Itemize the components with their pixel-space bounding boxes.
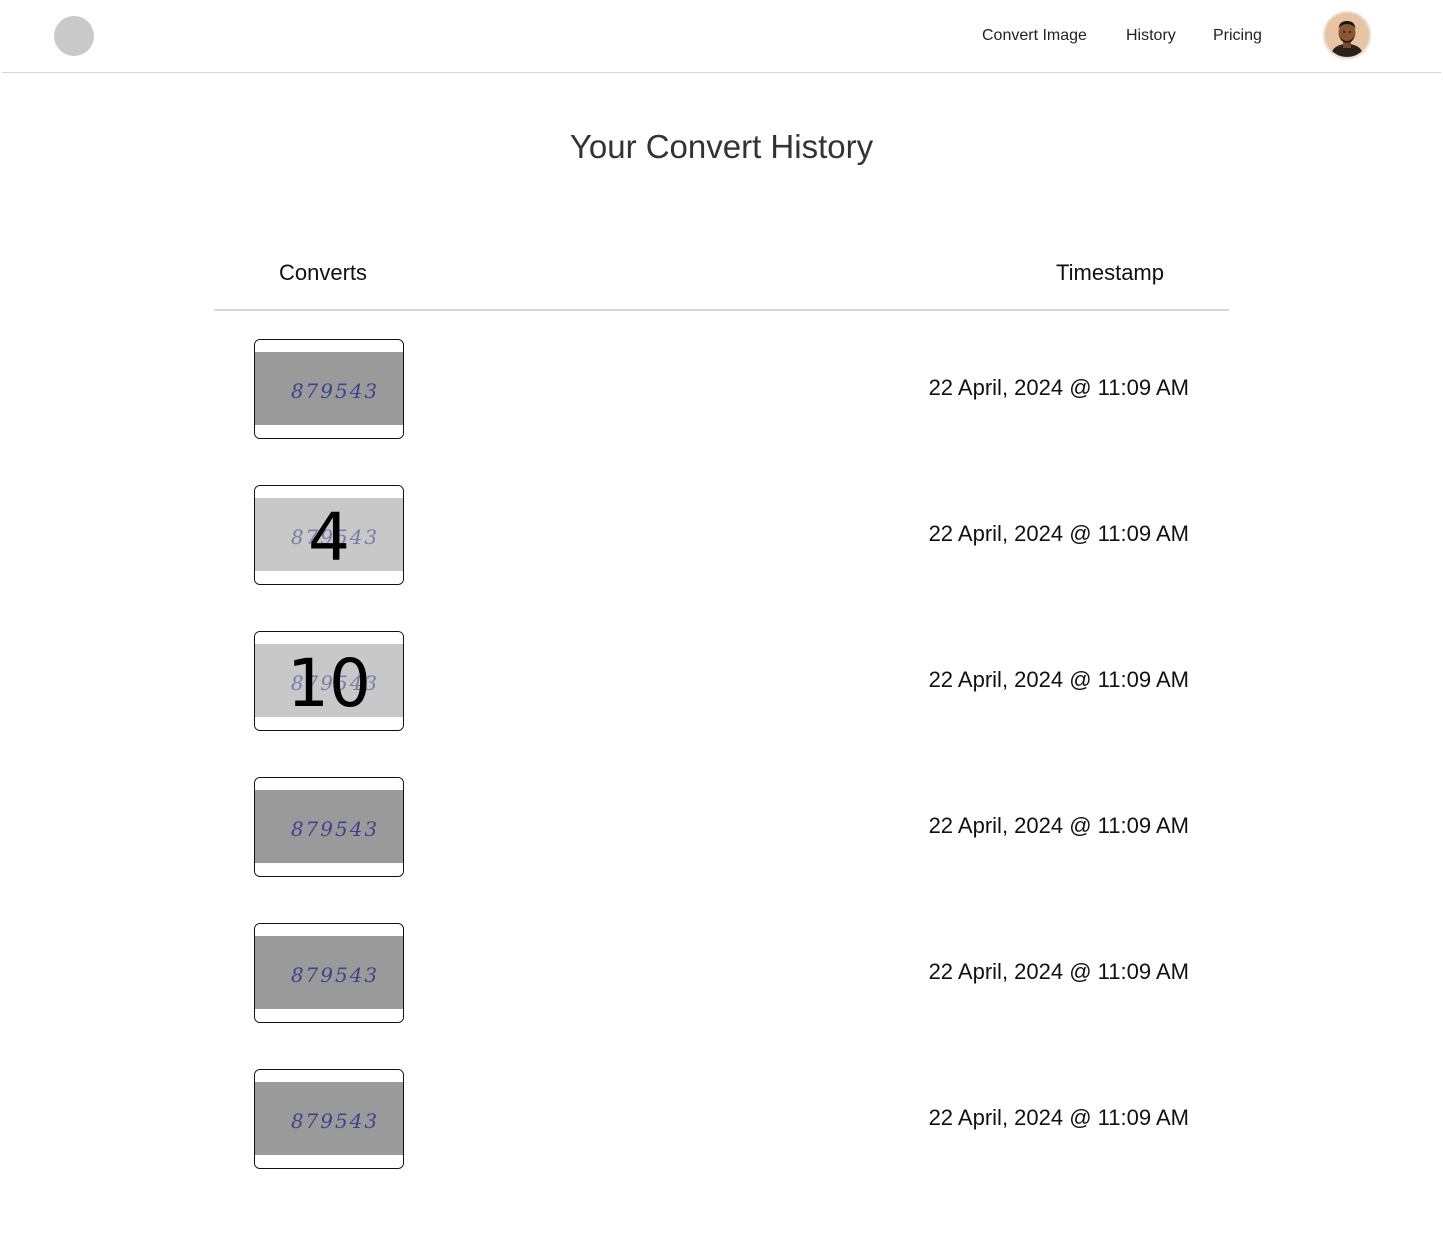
predicted-number: 4 (308, 499, 350, 576)
handwritten-digits: 879543 (291, 817, 379, 841)
table-row: 879543 10 22 April, 2024 @ 11:09 AM (214, 631, 1229, 731)
thumbnail-image: 879543 (255, 340, 403, 438)
row-timestamp: 22 April, 2024 @ 11:09 AM (928, 1105, 1189, 1130)
convert-thumbnail[interactable]: 879543 (254, 339, 404, 439)
top-navbar: Convert Image History Pricing (2, 0, 1441, 73)
thumbnail-image: 879543 (255, 1070, 403, 1168)
logo[interactable] (54, 16, 94, 56)
nav-pricing[interactable]: Pricing (1213, 26, 1262, 46)
convert-thumbnail[interactable]: 879543 (254, 923, 404, 1023)
handwritten-digits: 879543 (291, 1109, 379, 1133)
row-timestamp: 22 April, 2024 @ 11:09 AM (928, 375, 1189, 400)
thumbnail-image: 879543 (255, 778, 403, 876)
handwritten-digits: 879543 (291, 379, 379, 403)
predicted-number: 10 (287, 645, 371, 722)
convert-thumbnail[interactable]: 879543 4 (254, 485, 404, 585)
thumbnail-image: 87954310 (255, 632, 403, 730)
row-timestamp: 22 April, 2024 @ 11:09 AM (928, 667, 1189, 692)
convert-thumbnail[interactable]: 879543 (254, 1069, 404, 1169)
thumbnail-image: 879543 (255, 924, 403, 1022)
thumbnail-image: 8795434 (255, 486, 403, 584)
nav-convert-image[interactable]: Convert Image (982, 26, 1087, 46)
table-header: Converts Timestamp (214, 240, 1229, 311)
table-row: 879543 22 April, 2024 @ 11:09 AM (214, 339, 1229, 439)
column-header-timestamp: Timestamp (1056, 260, 1164, 285)
user-avatar[interactable] (1325, 13, 1369, 57)
convert-history-table: Converts Timestamp 879543 22 April, 2024 … (214, 240, 1229, 1169)
page-title: Your Convert History (569, 128, 874, 165)
row-timestamp: 22 April, 2024 @ 11:09 AM (928, 813, 1189, 838)
avatar-photo (1325, 13, 1369, 57)
handwritten-digits: 879543 (291, 963, 379, 987)
table-row: 879543 4 22 April, 2024 @ 11:09 AM (214, 485, 1229, 585)
table-row: 879543 22 April, 2024 @ 11:09 AM (214, 777, 1229, 877)
nav-history[interactable]: History (1126, 26, 1176, 46)
row-timestamp: 22 April, 2024 @ 11:09 AM (928, 959, 1189, 984)
column-header-converts: Converts (279, 260, 368, 285)
table-row: 879543 22 April, 2024 @ 11:09 AM (214, 923, 1229, 1023)
table-row: 879543 22 April, 2024 @ 11:09 AM (214, 1069, 1229, 1169)
row-timestamp: 22 April, 2024 @ 11:09 AM (928, 521, 1189, 546)
convert-thumbnail[interactable]: 879543 (254, 777, 404, 877)
convert-thumbnail[interactable]: 879543 10 (254, 631, 404, 731)
